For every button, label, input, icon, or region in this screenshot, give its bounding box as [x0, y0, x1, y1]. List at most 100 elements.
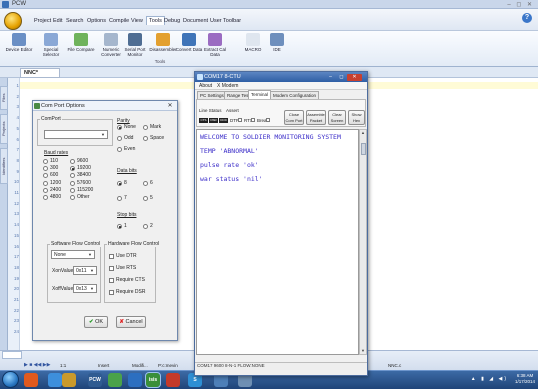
maximize-icon[interactable]: ◻	[336, 74, 347, 81]
stopbits-radio-1[interactable]	[117, 224, 122, 229]
baud-radio[interactable]	[70, 159, 75, 164]
require-cts-checkbox[interactable]	[109, 278, 114, 283]
parity-radio-odd[interactable]	[117, 136, 122, 141]
baud-radio[interactable]	[43, 180, 48, 186]
require-dsr-checkbox[interactable]	[109, 290, 114, 295]
taskbar-app-icon[interactable]	[128, 373, 142, 387]
menu-document[interactable]: Document	[183, 18, 208, 24]
scroll-up-icon[interactable]: ▲	[360, 130, 366, 136]
baud-option-label: 38400	[77, 172, 91, 179]
menu-debug[interactable]: Debug	[164, 18, 180, 24]
databits-option-label: 7	[124, 195, 127, 201]
assert-dtr-checkbox[interactable]	[238, 118, 242, 122]
clock[interactable]: 6:38 AM 1/17/2014	[515, 373, 535, 385]
taskbar-app-icon[interactable]: PCW	[88, 373, 102, 387]
scroll-thumb[interactable]	[361, 143, 366, 155]
ribbon-button-label: Serial Port Monitor	[124, 47, 146, 57]
assert-rts-checkbox[interactable]	[251, 118, 255, 122]
baud-radio[interactable]	[43, 195, 48, 200]
parity-radio-none[interactable]	[117, 125, 122, 130]
close-icon[interactable]: ✕	[347, 74, 362, 81]
parity-radio-even[interactable]	[117, 147, 122, 152]
ribbon-button[interactable]: Device Editor	[4, 33, 34, 52]
app-orb-button[interactable]	[4, 12, 22, 30]
document-tab[interactable]: NNC*	[20, 68, 60, 78]
scroll-down-icon[interactable]: ▼	[360, 348, 366, 354]
taskbar-app-icon[interactable]: isis	[145, 372, 161, 388]
taskbar-app-icon[interactable]	[24, 373, 38, 387]
show-hex-button[interactable]: Show Hex	[348, 110, 365, 125]
ribbon-button[interactable]: IDE	[262, 33, 292, 52]
taskbar-app-icon[interactable]	[166, 373, 180, 387]
databits-radio-6[interactable]	[143, 181, 148, 186]
ribbon-button-label: Disassembler	[149, 47, 177, 52]
menu-tools[interactable]: Tools	[146, 16, 165, 25]
line-number: 16	[13, 243, 19, 249]
xon-select[interactable]: 0x11 ▼	[73, 266, 97, 275]
use-rts-checkbox[interactable]	[109, 266, 114, 271]
chevron-down-icon: ▼	[101, 132, 105, 137]
terminal-menu-bar: About X Modem	[195, 82, 367, 90]
ribbon-button[interactable]: Special Selector	[36, 33, 66, 57]
stopbits-radio-2[interactable]	[143, 224, 148, 229]
menu-edit[interactable]: Edit	[53, 18, 62, 24]
menu-project[interactable]: Project	[34, 18, 51, 24]
menu-user-toolbar[interactable]: User Toolbar	[210, 18, 241, 24]
ribbon-button-label: MACRO	[244, 47, 262, 52]
assert-break-checkbox[interactable]	[266, 118, 270, 122]
dialog-close-button[interactable]: ✕	[165, 102, 175, 110]
assemble-packet-button[interactable]: Assemble Packet	[306, 110, 326, 125]
xoff-select[interactable]: 0x13 ▼	[73, 284, 97, 293]
rail-tab-projects[interactable]: Projects	[0, 114, 8, 144]
start-button[interactable]	[2, 371, 19, 388]
baud-radio[interactable]	[43, 187, 48, 193]
terminal-scrollbar[interactable]: ▲ ▼	[359, 129, 367, 355]
rail-tab-identifiers[interactable]: Identifiers	[0, 148, 8, 184]
ribbon-button[interactable]: Extract Cal Data	[200, 33, 230, 57]
parity-option-label: None	[124, 124, 136, 130]
rail-tab-files[interactable]: Files	[0, 86, 8, 110]
ribbon-button-label: Device Editor	[5, 47, 33, 52]
minimize-icon[interactable]: –	[325, 74, 336, 81]
baud-radio[interactable]	[70, 195, 75, 200]
databits-radio-5[interactable]	[143, 196, 148, 201]
system-tray[interactable]: ▲ ▮ ◢ ◀)	[471, 376, 508, 382]
baud-radio[interactable]	[43, 159, 48, 164]
software-flow-select[interactable]: None ▼	[51, 250, 95, 259]
menu-compile[interactable]: Compile	[109, 18, 129, 24]
close-com-port-button[interactable]: Close Com Port	[284, 110, 304, 125]
ribbon-button[interactable]: File Compare	[66, 33, 96, 52]
parity-radio-space[interactable]	[143, 136, 148, 141]
taskbar-app-icon[interactable]	[108, 373, 122, 387]
cancel-button[interactable]: ✘ Cancel	[116, 316, 146, 328]
tab-terminal[interactable]: Terminal	[248, 90, 272, 99]
baud-radio[interactable]	[70, 187, 75, 193]
play-controls[interactable]: ▶ ■ ◀◀ ▶▶	[24, 362, 50, 368]
hardware-flow-label: Hardware Flow Control	[107, 241, 161, 247]
app-icon	[2, 1, 9, 8]
terminal-menu-xmodem[interactable]: X Modem	[217, 83, 238, 89]
help-icon[interactable]: ?	[522, 13, 532, 23]
menu-options[interactable]: Options	[87, 18, 106, 24]
use-dtr-checkbox[interactable]	[109, 254, 114, 259]
taskbar-app-icon[interactable]	[48, 373, 62, 387]
use-rts-label: Use RTS	[116, 265, 137, 271]
window-buttons[interactable]: – ◻ ✕	[507, 1, 534, 8]
menu-view[interactable]: View	[131, 18, 143, 24]
clear-screen-button[interactable]: Clear Screen	[328, 110, 346, 125]
databits-radio-7[interactable]	[117, 196, 122, 201]
terminal-line: WELCOME TO SOLDIER MONITORING SYSTEM	[200, 133, 341, 141]
taskbar-app-icon[interactable]	[62, 373, 76, 387]
comport-select[interactable]: ▼	[44, 130, 108, 139]
ribbon-button[interactable]: Serial Port Monitor	[120, 33, 150, 57]
tab-pc-settings[interactable]: PC Settings	[197, 91, 227, 99]
baud-radio[interactable]	[70, 180, 75, 186]
status-position: 1:1	[60, 363, 67, 368]
terminal-menu-about[interactable]: About	[199, 83, 212, 89]
tab-modem-configuration[interactable]: Modem Configuration	[270, 91, 320, 99]
cancel-label: Cancel	[125, 319, 143, 325]
databits-radio-8[interactable]	[117, 181, 122, 186]
ok-button[interactable]: ✔ OK	[84, 316, 108, 328]
menu-search[interactable]: Search	[66, 18, 83, 24]
parity-radio-mark[interactable]	[143, 125, 148, 130]
